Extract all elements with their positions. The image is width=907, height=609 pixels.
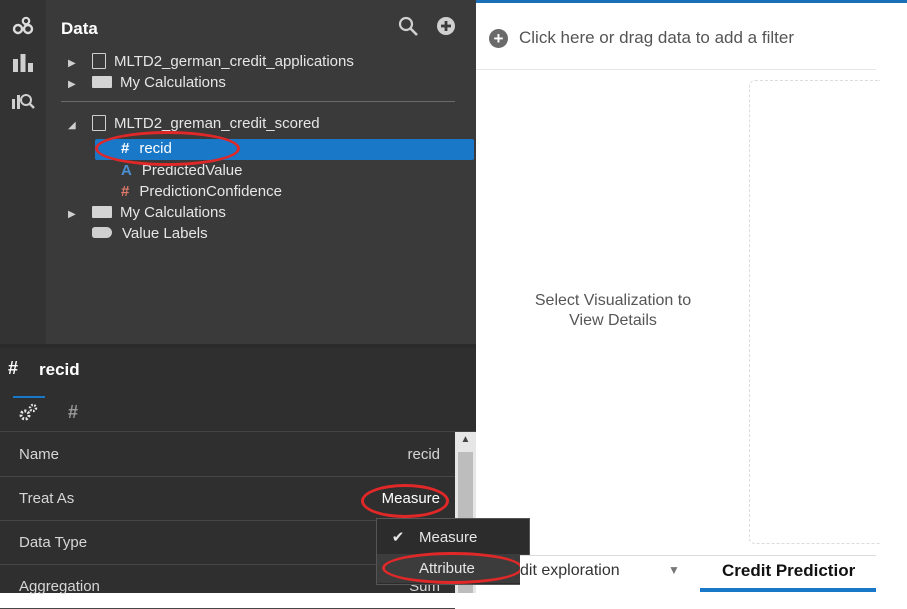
value-labels-label: Value Labels: [122, 225, 208, 242]
placeholder-line-2: View Details: [569, 312, 657, 329]
folder-label: My Calculations: [120, 74, 226, 91]
tab-menu-arrow-icon[interactable]: ▼: [668, 563, 680, 577]
highlight-ring-treat-as: [361, 484, 449, 518]
highlight-ring-attribute: [382, 552, 523, 584]
analytics-icon[interactable]: [10, 90, 36, 112]
property-name-row: Name recid: [0, 433, 455, 477]
menu-item-measure[interactable]: ✔ Measure: [377, 523, 529, 552]
dataset-label: MLTD2_greman_credit_scored: [114, 115, 320, 132]
collapse-arrow-icon[interactable]: ◢: [68, 116, 82, 136]
tree-divider: [61, 101, 455, 102]
property-value[interactable]: recid: [407, 446, 440, 463]
property-label: Aggregation: [19, 578, 100, 595]
add-data-icon[interactable]: [436, 16, 456, 42]
measure-hash-icon: #: [8, 358, 19, 378]
side-rail: [0, 0, 46, 345]
expand-arrow-icon[interactable]: ▶: [68, 54, 82, 74]
checkmark-icon: ✔: [391, 529, 405, 546]
tab-divider: [0, 431, 476, 432]
active-tab-underline: [13, 396, 45, 398]
add-filter-icon[interactable]: +: [489, 29, 508, 48]
canvas-tab-credit-prediction[interactable]: Credit Predictior: [722, 561, 855, 581]
canvas-tab-credit-exploration[interactable]: dit exploration: [520, 562, 620, 580]
highlight-ring-recid: [95, 131, 240, 166]
visualization-canvas[interactable]: [749, 80, 880, 544]
canvas-placeholder: Select Visualization to View Details: [500, 291, 726, 331]
attribute-a-icon: A: [121, 162, 132, 179]
visualizations-icon[interactable]: [10, 53, 36, 75]
value-labels-item[interactable]: Value Labels: [92, 224, 208, 244]
data-panel-title: Data: [61, 19, 98, 38]
folder-icon: [92, 76, 112, 88]
measure-hash-icon: #: [121, 183, 130, 200]
dataset-applications[interactable]: ▶ MLTD2_german_credit_applications: [68, 52, 354, 72]
property-label: Name: [19, 446, 60, 463]
number-format-tab-icon[interactable]: #: [68, 402, 78, 423]
general-tab-icon[interactable]: [18, 402, 40, 427]
dataset-icon: [92, 53, 106, 69]
properties-title: recid: [39, 360, 80, 379]
column-prediction-confidence[interactable]: # PredictionConfidence: [121, 182, 282, 202]
my-calculations-folder-1[interactable]: ▶ My Calculations: [68, 73, 226, 93]
folder-icon: [92, 206, 112, 218]
dataset-icon: [92, 115, 106, 131]
my-calculations-folder-2[interactable]: ▶ My Calculations: [68, 203, 226, 223]
data-sources-icon[interactable]: [10, 16, 36, 38]
dataset-scored[interactable]: ◢ MLTD2_greman_credit_scored: [68, 114, 320, 134]
active-canvas-tab-underline: [700, 588, 876, 592]
folder-label: My Calculations: [120, 204, 226, 221]
menu-item-label: Measure: [419, 529, 478, 546]
column-label: PredictionConfidence: [139, 183, 282, 200]
filter-prompt[interactable]: Click here or drag data to add a filter: [519, 28, 794, 48]
property-label: Treat As: [19, 490, 75, 507]
scroll-up-icon[interactable]: ▲: [458, 432, 473, 448]
expand-arrow-icon[interactable]: ▶: [68, 205, 82, 225]
placeholder-line-1: Select Visualization to: [534, 292, 692, 309]
search-icon[interactable]: [398, 16, 420, 42]
property-label: Data Type: [19, 534, 88, 551]
tag-icon: [92, 227, 112, 238]
dataset-label: MLTD2_german_credit_applications: [114, 53, 354, 70]
expand-arrow-icon[interactable]: ▶: [68, 75, 82, 95]
